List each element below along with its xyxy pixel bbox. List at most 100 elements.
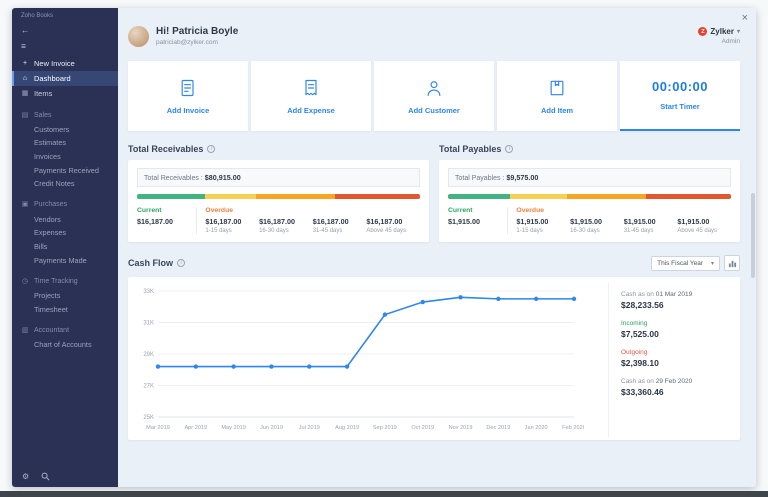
svg-text:31K: 31K: [143, 321, 154, 327]
menu-button[interactable]: ≡: [12, 38, 118, 54]
sidebar-item[interactable]: ⌂ Dashboard: [12, 71, 118, 86]
org-name: Zylker: [710, 27, 734, 36]
purchases-icon: ▣: [21, 201, 29, 209]
sidebar-item[interactable]: Estimates: [12, 137, 118, 151]
quick-action-label: Add Customer: [408, 105, 460, 115]
add-item-card[interactable]: Add Item: [497, 61, 617, 131]
sidebar-item[interactable]: ◷ Time Tracking: [12, 274, 118, 289]
accountant-icon: ▥: [21, 327, 29, 335]
sidebar-item-label: Expenses: [34, 228, 67, 238]
cashflow-chart-area: 25K 27K 29K 31K 33K Mar 2019 Apr 2019 May 2019 J…: [132, 283, 608, 438]
sidebar-nav: + New Invoice ⌂ Dashboard ▦ Items ▤ Sale…: [12, 56, 118, 487]
info-icon[interactable]: [177, 259, 186, 267]
sidebar-item[interactable]: Customers: [12, 123, 118, 137]
sidebar-item[interactable]: Expenses: [12, 227, 118, 241]
sidebar-item-label: Chart of Accounts: [34, 340, 92, 350]
sidebar-item-label: Timesheet: [34, 304, 68, 314]
menu-icon: ≡: [21, 41, 26, 51]
add-customer-icon: [427, 80, 441, 96]
add-item-icon: [550, 80, 564, 95]
start-timer-card[interactable]: 00:00:00 Start Timer: [620, 61, 740, 131]
items-icon: ▦: [21, 89, 29, 97]
svg-text:Apr 2019: Apr 2019: [184, 425, 207, 431]
sidebar-item[interactable]: Bills: [12, 240, 118, 254]
quick-action-label: Start Timer: [660, 102, 700, 111]
svg-text:27K: 27K: [143, 384, 154, 390]
org-switcher[interactable]: Z Zylker ▾: [698, 27, 740, 36]
sidebar-item[interactable]: Projects: [12, 289, 118, 303]
svg-text:Dec 2019: Dec 2019: [486, 425, 510, 431]
dashboard-main: × Hi! Patricia Boyle patriciab@zylker.co…: [118, 8, 756, 487]
total-payables-panel: Total Payables Total Payables : $9,575.0…: [439, 144, 740, 242]
quick-action-label: Add Invoice: [166, 105, 210, 115]
cashflow-stats: Cash as on 01 Mar 2019 $28,233.56 Incomi…: [608, 283, 740, 438]
svg-text:Jan 2020: Jan 2020: [525, 425, 548, 431]
cashflow-stat: Incoming $7,525.00: [621, 320, 659, 339]
sidebar-item[interactable]: Chart of Accounts: [12, 339, 118, 353]
svg-text:29K: 29K: [143, 352, 154, 358]
sidebar-item-label: New Invoice: [34, 58, 75, 68]
sidebar-item-label: Purchases: [34, 201, 68, 209]
sidebar-item-label: Time Tracking: [34, 277, 78, 285]
customize-chart-icon: [728, 260, 736, 267]
overdue-bucket: $1,915.00 1-15 days: [516, 217, 549, 234]
svg-text:Oct 2019: Oct 2019: [411, 425, 434, 431]
collapse-sidebar-button[interactable]: ←: [12, 22, 118, 38]
svg-text:Feb 2020: Feb 2020: [562, 425, 584, 431]
search-icon[interactable]: [41, 472, 50, 481]
chevron-down-icon: ▾: [710, 260, 714, 267]
sidebar-item[interactable]: Credit Notes: [12, 177, 118, 191]
receivables-aging-bar: [137, 194, 420, 199]
sidebar-item[interactable]: + New Invoice: [12, 56, 118, 71]
plus-icon: +: [22, 59, 28, 67]
payables-title: Total Payables: [439, 144, 502, 154]
overdue-bucket: $16,187.00 31-45 days: [312, 217, 349, 234]
current-column: Current $1,915.00: [448, 207, 480, 226]
sidebar-item[interactable]: ▥ Accountant: [12, 324, 118, 339]
cashflow-chart: 25K 27K 29K 31K 33K Mar 2019 Apr 2019 May 2019 J…: [143, 289, 586, 431]
sidebar-item[interactable]: ▤ Sales: [12, 108, 118, 123]
svg-text:Mar 2019: Mar 2019: [146, 425, 170, 431]
aging-panels: Total Receivables Total Receivables : $8…: [128, 144, 740, 242]
sidebar-item-label: Customers: [34, 124, 70, 134]
sidebar-item[interactable]: Vendors: [12, 213, 118, 227]
svg-text:Aug 2019: Aug 2019: [335, 425, 359, 431]
info-icon[interactable]: [505, 145, 514, 153]
sidebar-item[interactable]: ▣ Purchases: [12, 198, 118, 213]
quick-action-label: Add Item: [540, 105, 574, 115]
sidebar-item-label: Items: [34, 88, 53, 98]
info-icon[interactable]: [207, 145, 216, 153]
home-icon: ⌂: [22, 74, 28, 82]
customize-chart-button[interactable]: [724, 255, 740, 271]
receivables-summary: Total Receivables : $80,915.00: [137, 168, 420, 187]
overdue-columns: Overdue $16,187.00 1-15 days $16,187.00 …: [205, 207, 420, 234]
overdue-bucket: $1,915.00 31-45 days: [623, 217, 656, 234]
sidebar-item-label: Accountant: [34, 327, 70, 335]
sidebar-item-label: Estimates: [34, 138, 67, 148]
sidebar-item-label: Projects: [34, 291, 61, 301]
sidebar-item[interactable]: Timesheet: [12, 303, 118, 317]
overdue-bucket: $1,915.00 Above 45 days: [677, 217, 718, 234]
period-select[interactable]: This Fiscal Year ▾: [651, 255, 720, 271]
overdue-bucket: $1,915.00 16-30 days: [570, 217, 603, 234]
close-icon[interactable]: ×: [742, 13, 748, 24]
add-customer-card[interactable]: Add Customer: [374, 61, 494, 131]
add-invoice-card[interactable]: Add Invoice: [128, 61, 248, 131]
sidebar-item-label: Credit Notes: [34, 179, 75, 189]
sidebar-item[interactable]: Invoices: [12, 150, 118, 164]
settings-gear-icon[interactable]: ⚙: [22, 472, 29, 481]
timer-display: 00:00:00: [651, 79, 709, 94]
chevron-down-icon: ▾: [736, 29, 740, 35]
sidebar-item[interactable]: Payments Received: [12, 164, 118, 178]
dashboard-header: Hi! Patricia Boyle patriciab@zylker.com …: [128, 21, 740, 51]
sidebar-item-label: Sales: [34, 111, 52, 119]
sidebar-item[interactable]: Payments Made: [12, 254, 118, 268]
svg-text:Jul 2019: Jul 2019: [299, 425, 320, 431]
add-expense-card[interactable]: Add Expense: [251, 61, 371, 131]
overdue-bucket: $16,187.00 16-30 days: [259, 217, 296, 234]
greeting: Hi! Patricia Boyle: [156, 26, 239, 37]
overdue-bucket: $16,187.00 1-15 days: [205, 217, 242, 234]
scrollbar[interactable]: [751, 193, 755, 278]
sidebar-item-label: Payments Received: [34, 165, 99, 175]
sidebar-item[interactable]: ▦ Items: [12, 86, 118, 101]
